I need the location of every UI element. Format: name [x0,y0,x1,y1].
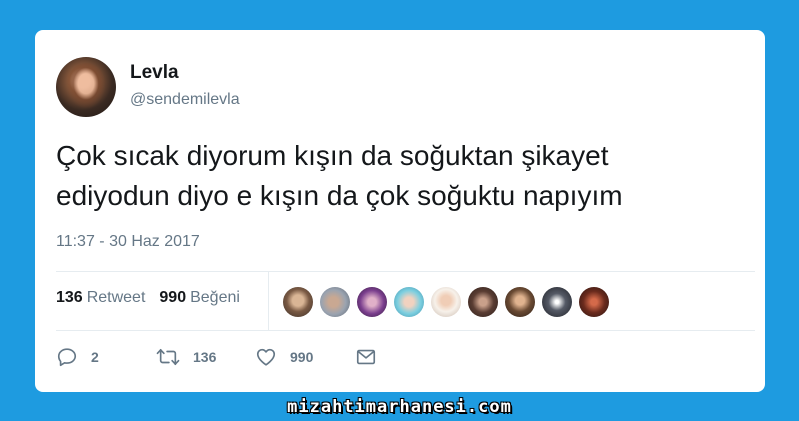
tweet-actions: 2 136 990 [56,346,377,368]
liker-avatar[interactable] [431,287,461,317]
author-name[interactable]: Levla [130,62,179,84]
engagement-stats: 136 Retweet 990 Beğeni [56,289,250,307]
like-stat[interactable]: 990 Beğeni [159,289,240,307]
author-avatar[interactable] [56,57,116,117]
divider [56,330,755,331]
liker-avatar[interactable] [542,287,572,317]
tweet-timestamp[interactable]: 11:37 - 30 Haz 2017 [56,233,200,251]
author-handle[interactable]: @sendemilevla [130,91,240,109]
stats-separator [268,272,269,330]
tweet-text: Çok sıcak diyorum kışın da soğuktan şika… [56,136,756,216]
like-count: 990 [290,349,314,365]
liker-avatar[interactable] [505,287,535,317]
tweet-text-line-2: ediyodun diyo e kışın da çok soğuktu nap… [56,180,623,211]
tweet-card: Levla @sendemilevla Çok sıcak diyorum kı… [35,30,765,392]
direct-message-button[interactable] [355,346,377,368]
retweet-icon [156,346,180,368]
reply-icon [56,346,78,368]
retweet-button[interactable]: 136 [156,346,255,368]
liker-avatar[interactable] [579,287,609,317]
liker-avatar[interactable] [357,287,387,317]
retweet-stat-count: 136 [56,289,83,306]
liker-avatar[interactable] [320,287,350,317]
like-stat-label: Beğeni [190,289,240,306]
liker-avatar[interactable] [283,287,313,317]
liker-avatars [283,287,609,317]
like-button[interactable]: 990 [255,346,355,368]
like-stat-count: 990 [159,289,187,306]
reply-count: 2 [91,349,99,365]
tweet-text-line-1: Çok sıcak diyorum kışın da soğuktan şika… [56,140,609,171]
reply-button[interactable]: 2 [56,346,156,368]
retweet-stat-label: Retweet [86,289,146,306]
envelope-icon [355,346,377,368]
liker-avatar[interactable] [394,287,424,317]
heart-icon [255,346,277,368]
watermark: mizahtimarhanesi.com [287,397,512,417]
divider [56,271,755,272]
retweet-stat[interactable]: 136 Retweet [56,289,145,307]
liker-avatar[interactable] [468,287,498,317]
retweet-count: 136 [193,349,217,365]
